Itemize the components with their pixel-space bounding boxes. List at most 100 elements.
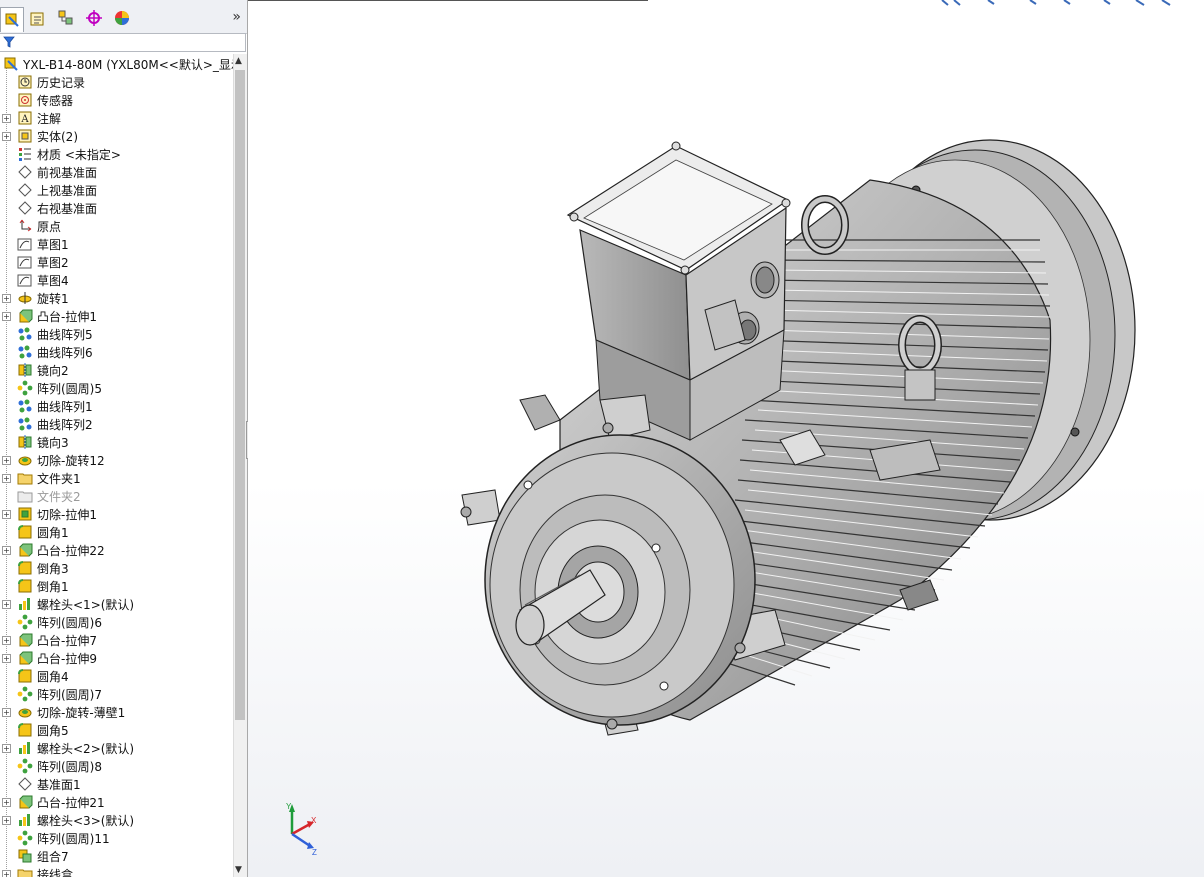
tree-item[interactable]: 阵列(圆周)8 [0, 757, 233, 775]
tree-filter-bar[interactable] [0, 33, 246, 52]
folder-empty-icon [16, 488, 34, 504]
tree-item[interactable]: + 实体(2) [0, 127, 233, 145]
orientation-triad: Y X Z [286, 802, 317, 857]
plane-icon [16, 182, 34, 198]
tree-item-label: 草图1 [37, 237, 69, 252]
tree-item-label: 组合7 [37, 849, 69, 864]
tree-item[interactable]: + 凸台-拉伸22 [0, 541, 233, 559]
combine-icon [16, 848, 34, 864]
tree-item[interactable]: 镜向3 [0, 433, 233, 451]
expand-icon[interactable]: + [2, 473, 11, 483]
expand-icon[interactable]: + [2, 797, 11, 807]
tree-item[interactable]: 右视基准面 [0, 199, 233, 217]
tree-item[interactable]: 曲线阵列6 [0, 343, 233, 361]
tree-item[interactable]: 组合7 [0, 847, 233, 865]
tree-item[interactable]: 倒角1 [0, 577, 233, 595]
tree-item[interactable]: + 螺栓头<3>(默认) [0, 811, 233, 829]
graphics-viewport[interactable] [248, 0, 1204, 877]
tree-item[interactable]: 历史记录 [0, 73, 233, 91]
tree-item[interactable]: 草图4 [0, 271, 233, 289]
tree-item[interactable]: + 螺栓头<1>(默认) [0, 595, 233, 613]
tree-item[interactable]: 草图1 [0, 235, 233, 253]
tree-item[interactable]: 传感器 [0, 91, 233, 109]
tree-item[interactable]: 镜向2 [0, 361, 233, 379]
tree-item[interactable]: 上视基准面 [0, 181, 233, 199]
library-feature-icon [16, 740, 34, 756]
tree-item-label: 传感器 [37, 93, 74, 108]
expand-icon[interactable]: + [2, 815, 11, 825]
expand-icon[interactable]: + [2, 545, 11, 555]
tree-item-label: 凸台-拉伸9 [37, 651, 97, 666]
displaymanager-tab-icon[interactable] [111, 7, 133, 29]
expand-icon[interactable]: + [2, 653, 11, 663]
tree-item[interactable]: 阵列(圆周)7 [0, 685, 233, 703]
tree-item[interactable]: + 凸台-拉伸9 [0, 649, 233, 667]
tree-item[interactable]: 圆角4 [0, 667, 233, 685]
filter-icon[interactable] [3, 36, 15, 48]
expand-icon[interactable]: + [2, 635, 11, 645]
tree-item[interactable]: 阵列(圆周)5 [0, 379, 233, 397]
tree-item-label: 圆角5 [37, 723, 69, 738]
tree-item[interactable]: 曲线阵列1 [0, 397, 233, 415]
tree-item[interactable]: 倒角3 [0, 559, 233, 577]
tree-item-label: 切除-旋转12 [37, 453, 105, 468]
tree-item[interactable]: + 切除-拉伸1 [0, 505, 233, 523]
tree-item[interactable]: 圆角5 [0, 721, 233, 739]
tree-item[interactable]: + 切除-旋转12 [0, 451, 233, 469]
tree-item-label: 曲线阵列6 [37, 345, 93, 360]
tree-item[interactable]: + 旋转1 [0, 289, 233, 307]
expand-icon[interactable]: + [2, 509, 11, 519]
tree-item[interactable]: 基准面1 [0, 775, 233, 793]
tree-item[interactable]: 曲线阵列5 [0, 325, 233, 343]
expand-icon[interactable]: + [2, 707, 11, 717]
mirror-icon [16, 434, 34, 450]
expand-icon[interactable]: + [2, 311, 11, 321]
tree-item[interactable]: + 凸台-拉伸21 [0, 793, 233, 811]
tree-item[interactable]: 原点 [0, 217, 233, 235]
tree-item-label: 旋转1 [37, 291, 69, 306]
configurationmanager-tab-icon[interactable] [55, 7, 77, 29]
tree-scrollbar[interactable]: ▲ ▼ [233, 54, 247, 877]
triad-z-label: Z [312, 848, 317, 857]
tree-root-part[interactable]: YXL-B14-80M (YXL80M<<默认>_显示 [0, 55, 233, 73]
tree-item[interactable]: + 切除-旋转-薄壁1 [0, 703, 233, 721]
tree-item-label: 阵列(圆周)8 [37, 759, 102, 774]
expand-icon[interactable]: + [2, 455, 11, 465]
tree-item-label: 倒角1 [37, 579, 69, 594]
expand-icon[interactable]: + [2, 131, 11, 141]
tree-item[interactable]: 前视基准面 [0, 163, 233, 181]
tree-item[interactable]: + 凸台-拉伸7 [0, 631, 233, 649]
curve-pattern-icon [16, 326, 34, 342]
folder-icon [16, 470, 34, 486]
scroll-up-icon[interactable]: ▲ [235, 56, 242, 66]
tree-item[interactable]: 阵列(圆周)11 [0, 829, 233, 847]
plane-icon [16, 200, 34, 216]
tree-item[interactable]: 文件夹2 [0, 487, 233, 505]
expand-icon[interactable]: + [2, 113, 11, 123]
tree-item[interactable]: 材质 <未指定> [0, 145, 233, 163]
scroll-down-icon[interactable]: ▼ [235, 865, 242, 875]
heads-up-toolbar[interactable] [940, 0, 1204, 6]
tree-item[interactable]: 圆角1 [0, 523, 233, 541]
tree-item[interactable]: 草图2 [0, 253, 233, 271]
expand-icon[interactable]: + [2, 869, 11, 877]
tree-item-label: 草图4 [37, 273, 69, 288]
expand-icon[interactable]: + [2, 293, 11, 303]
propertymanager-tab-icon[interactable] [27, 7, 49, 29]
expand-icon[interactable]: + [2, 599, 11, 609]
dimxpert-tab-icon[interactable] [83, 7, 105, 29]
expand-icon[interactable]: + [2, 743, 11, 753]
more-tabs-button[interactable]: » [232, 9, 241, 25]
tree-item[interactable]: + 凸台-拉伸1 [0, 307, 233, 325]
featuremanager-tab-icon[interactable] [0, 7, 24, 32]
tree-item[interactable]: + 接线盒 [0, 865, 233, 877]
tree-item[interactable]: + 螺栓头<2>(默认) [0, 739, 233, 757]
tree-item-label: 镜向2 [37, 363, 69, 378]
material-icon [16, 146, 34, 162]
tree-item[interactable]: 阵列(圆周)6 [0, 613, 233, 631]
tree-item[interactable]: + A 注解 [0, 109, 233, 127]
tree-item[interactable]: 曲线阵列2 [0, 415, 233, 433]
tree-item[interactable]: + 文件夹1 [0, 469, 233, 487]
svg-text:A: A [20, 114, 29, 125]
scroll-thumb[interactable] [235, 70, 245, 720]
